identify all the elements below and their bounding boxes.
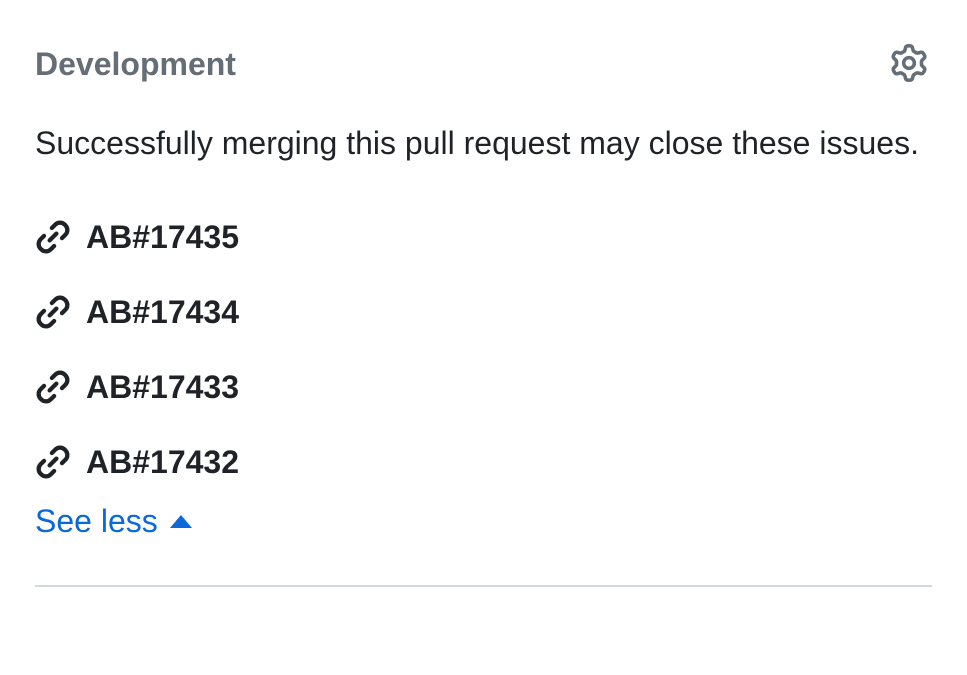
- linked-issue-label[interactable]: AB#17432: [86, 444, 239, 481]
- development-header: Development: [35, 40, 932, 89]
- settings-button[interactable]: [886, 40, 932, 89]
- see-less-toggle[interactable]: See less: [35, 503, 192, 540]
- link-icon: [35, 219, 71, 255]
- development-title: Development: [35, 46, 236, 83]
- link-icon: [35, 294, 71, 330]
- development-description: Successfully merging this pull request m…: [35, 119, 932, 169]
- see-less-label: See less: [35, 503, 158, 540]
- linked-issue-label[interactable]: AB#17434: [86, 294, 239, 331]
- linked-issue-item: AB#17434: [35, 294, 932, 331]
- gear-icon: [890, 44, 928, 85]
- linked-issue-label[interactable]: AB#17433: [86, 369, 239, 406]
- linked-issue-item: AB#17432: [35, 444, 932, 481]
- section-divider: [35, 585, 932, 587]
- link-icon: [35, 369, 71, 405]
- link-icon: [35, 444, 71, 480]
- linked-issue-item: AB#17435: [35, 219, 932, 256]
- linked-issues-list: AB#17435 AB#17434 AB#17433: [35, 219, 932, 481]
- linked-issue-item: AB#17433: [35, 369, 932, 406]
- linked-issue-label[interactable]: AB#17435: [86, 219, 239, 256]
- caret-up-icon: [170, 515, 192, 528]
